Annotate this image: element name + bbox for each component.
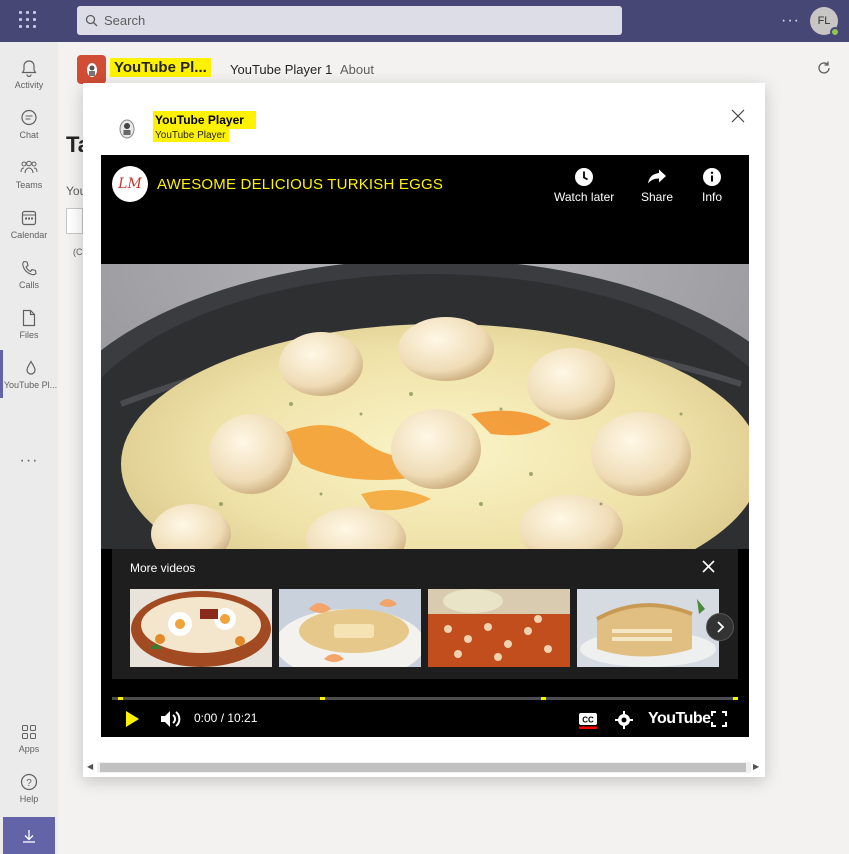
- rail-item-chat[interactable]: Chat: [0, 100, 58, 148]
- help-icon: ?: [19, 772, 39, 792]
- rail-item-activity[interactable]: Activity: [0, 50, 58, 98]
- thumb-shrimp-plate[interactable]: [279, 589, 421, 667]
- rail-item-teams[interactable]: Teams: [0, 150, 58, 198]
- rail-label: Files: [19, 330, 39, 340]
- rail-label: Calls: [18, 280, 39, 290]
- watch-later-button[interactable]: Watch later: [554, 164, 614, 204]
- rail-item-youtube-player[interactable]: YouTube Pl...: [0, 350, 58, 398]
- small-text-fragment: (C: [73, 247, 83, 257]
- chapter-marker: [541, 697, 546, 700]
- avatar-initials: FL: [817, 15, 831, 27]
- app-launcher-icon[interactable]: [19, 11, 37, 29]
- rail-more-icon[interactable]: ···: [0, 452, 58, 470]
- app-rail: Activity Chat Teams Calendar Calls Files…: [0, 42, 58, 854]
- youtube-player-dialog: YouTube Player YouTube Player LM AWESOME…: [83, 83, 765, 777]
- play-button[interactable]: [123, 709, 141, 734]
- cc-text: CC: [582, 716, 594, 725]
- fullscreen-icon[interactable]: [711, 711, 727, 732]
- gear-icon[interactable]: [615, 711, 633, 734]
- scroll-left-icon[interactable]: ◀: [87, 762, 93, 771]
- close-icon[interactable]: [702, 557, 715, 578]
- video-title[interactable]: AWESOME DELICIOUS TURKISH EGGS: [157, 176, 443, 193]
- more-videos-panel: More videos: [112, 549, 738, 679]
- more-options-icon[interactable]: ···: [781, 12, 800, 30]
- info-button[interactable]: Info: [702, 164, 722, 204]
- action-label: Info: [702, 190, 723, 204]
- chat-icon: [19, 108, 39, 128]
- youtube-logo[interactable]: YouTube: [648, 710, 711, 728]
- close-icon[interactable]: [728, 107, 748, 127]
- share-button[interactable]: Share: [641, 164, 673, 204]
- scroll-right-icon[interactable]: ▶: [753, 762, 759, 771]
- action-label: Share: [641, 190, 674, 204]
- rail-item-calendar[interactable]: Calendar: [0, 200, 58, 248]
- rail-label: Calendar: [10, 230, 48, 240]
- rail-label: Teams: [15, 180, 43, 190]
- apps-icon: [19, 722, 39, 742]
- presence-available-icon: [830, 27, 840, 37]
- share-icon: [647, 164, 667, 190]
- refresh-icon[interactable]: [816, 60, 832, 81]
- info-icon: [702, 164, 722, 190]
- top-bar: Search ··· FL: [0, 0, 849, 42]
- svg-text:?: ?: [26, 778, 32, 789]
- volume-icon[interactable]: [159, 709, 183, 734]
- app-icon: [77, 55, 106, 84]
- progress-bar[interactable]: [112, 697, 738, 700]
- calendar-icon: [19, 208, 39, 228]
- search-icon: [85, 14, 98, 27]
- app-name: YouTube Pl...: [110, 58, 211, 77]
- drop-icon: [21, 358, 41, 378]
- tab-about[interactable]: About: [340, 62, 374, 77]
- bell-icon: [19, 58, 39, 78]
- channel-logo[interactable]: LM: [112, 166, 148, 202]
- search-input[interactable]: Search: [77, 6, 622, 35]
- horizontal-scrollbar[interactable]: ◀ ▶: [83, 759, 765, 777]
- app-logo-icon: [117, 117, 137, 139]
- rail-item-help[interactable]: ? Help: [0, 764, 58, 812]
- rail-item-apps[interactable]: Apps: [0, 714, 58, 762]
- rail-label: YouTube Pl...: [3, 380, 58, 390]
- download-icon[interactable]: [3, 817, 55, 854]
- chapter-marker: [118, 697, 123, 700]
- phone-icon: [19, 258, 39, 278]
- thumb-beans-tray[interactable]: [428, 589, 570, 667]
- teams-icon: [19, 158, 39, 178]
- thumb-eggs-bowl[interactable]: [130, 589, 272, 667]
- avatar[interactable]: FL: [810, 7, 840, 37]
- clock-icon: [574, 164, 594, 190]
- video-frame[interactable]: [101, 264, 749, 549]
- dialog-subtitle: YouTube Player: [153, 129, 230, 142]
- tab-youtube-player-1[interactable]: YouTube Player 1: [230, 62, 332, 77]
- chapter-marker: [320, 697, 325, 700]
- video-player[interactable]: LM AWESOME DELICIOUS TURKISH EGGS Watch …: [101, 155, 749, 737]
- rail-label: Activity: [14, 80, 44, 90]
- scroll-thumb[interactable]: [100, 763, 746, 772]
- chapter-marker: [733, 697, 738, 700]
- rail-item-calls[interactable]: Calls: [0, 250, 58, 298]
- input-fragment: [66, 208, 83, 234]
- time-display: 0:00 / 10:21: [194, 711, 258, 725]
- rail-label: Help: [19, 794, 39, 804]
- more-videos-title: More videos: [130, 561, 196, 575]
- chevron-right-icon[interactable]: [706, 613, 734, 641]
- dialog-title: YouTube Player: [153, 111, 256, 129]
- file-icon: [19, 308, 39, 328]
- captions-button[interactable]: CC: [578, 712, 598, 734]
- action-label: Watch later: [554, 190, 615, 204]
- rail-label: Apps: [18, 744, 40, 754]
- rail-label: Chat: [19, 130, 39, 140]
- search-placeholder: Search: [104, 13, 146, 28]
- rail-item-files[interactable]: Files: [0, 300, 58, 348]
- thumb-cake[interactable]: [577, 589, 719, 667]
